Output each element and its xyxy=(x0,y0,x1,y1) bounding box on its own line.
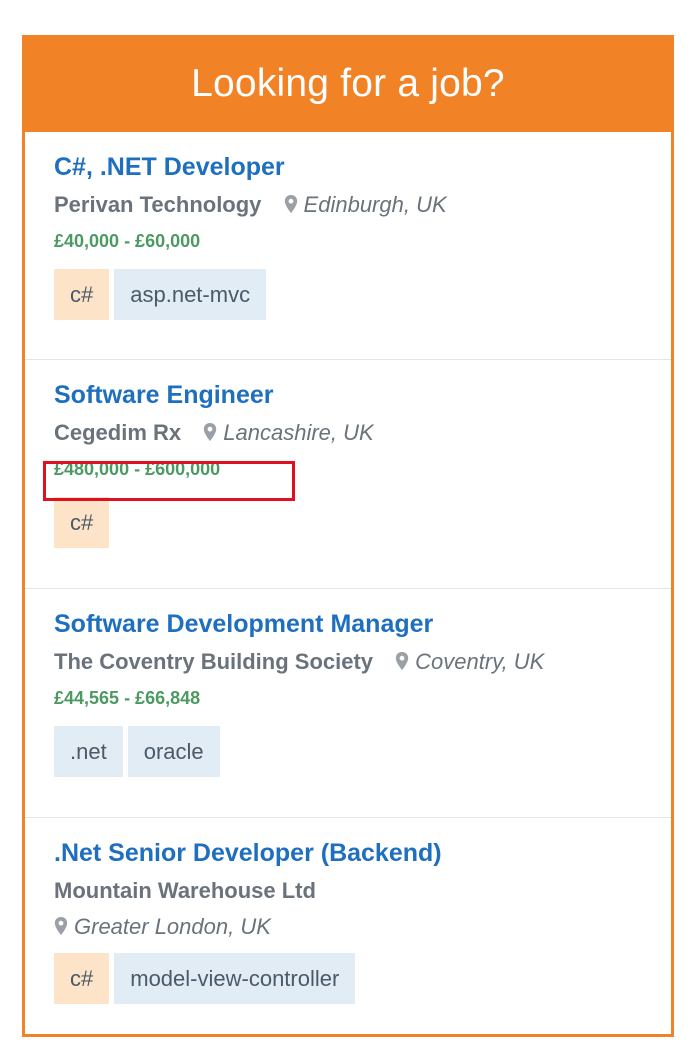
tag-list: c# model-view-controller xyxy=(54,953,671,1004)
map-pin-icon xyxy=(395,652,409,670)
map-pin-icon xyxy=(204,423,217,441)
map-pin-icon xyxy=(284,195,297,213)
job-meta: Perivan Technology Edinburgh, UK xyxy=(54,192,671,218)
widget-header: Looking for a job? xyxy=(22,35,674,132)
job-title-link[interactable]: Software Engineer xyxy=(54,360,671,410)
job-meta: The Coventry Building Society Coventry, … xyxy=(54,649,671,675)
widget-title: Looking for a job? xyxy=(191,61,505,105)
company-name: Cegedim Rx xyxy=(54,420,182,445)
job-location: Coventry, UK xyxy=(395,649,544,674)
job-title-link[interactable]: Software Development Manager xyxy=(54,589,671,639)
company-name: The Coventry Building Society xyxy=(54,649,374,674)
job-meta: Cegedim Rx Lancashire, UK xyxy=(54,420,671,446)
location-text: Lancashire, UK xyxy=(223,420,374,445)
tag-oracle[interactable]: oracle xyxy=(127,726,220,777)
job-listing: .Net Senior Developer (Backend) Mountain… xyxy=(25,818,671,1033)
jobs-widget: Looking for a job? C#, .NET Developer Pe… xyxy=(22,35,674,1037)
job-meta: Mountain Warehouse Ltd Greater London, U… xyxy=(54,878,671,940)
location-text: Coventry, UK xyxy=(415,649,545,674)
map-pin-icon xyxy=(54,917,68,935)
job-title-link[interactable]: C#, .NET Developer xyxy=(54,132,671,182)
salary-highlight-box xyxy=(43,461,295,501)
job-title-link[interactable]: .Net Senior Developer (Backend) xyxy=(54,818,671,868)
job-listing: Software Engineer Cegedim Rx Lancashire,… xyxy=(25,360,671,589)
tag-list: c# asp.net-mvc xyxy=(54,269,671,320)
tag-model-view-controller[interactable]: model-view-controller xyxy=(114,953,356,1004)
salary-range: £44,565 - £66,848 xyxy=(54,688,201,708)
tag-dotnet[interactable]: .net xyxy=(54,726,123,777)
job-location: Edinburgh, UK xyxy=(284,192,447,217)
location-text: Greater London, UK xyxy=(74,914,271,939)
job-listing: C#, .NET Developer Perivan Technology Ed… xyxy=(25,132,671,360)
company-name: Perivan Technology xyxy=(54,192,262,217)
company-name: Mountain Warehouse Ltd xyxy=(54,878,316,903)
location-text: Edinburgh, UK xyxy=(303,192,447,217)
salary-range: £40,000 - £60,000 xyxy=(54,231,201,251)
job-location: Greater London, UK xyxy=(54,914,671,940)
tag-asp-net-mvc[interactable]: asp.net-mvc xyxy=(114,269,267,320)
tag-list: c# xyxy=(54,497,671,548)
tag-csharp[interactable]: c# xyxy=(54,497,110,548)
job-listing: Software Development Manager The Coventr… xyxy=(25,589,671,818)
tag-list: .net oracle xyxy=(54,726,671,777)
tag-csharp[interactable]: c# xyxy=(54,953,110,1004)
job-location: Lancashire, UK xyxy=(203,420,374,445)
tag-csharp[interactable]: c# xyxy=(54,269,110,320)
